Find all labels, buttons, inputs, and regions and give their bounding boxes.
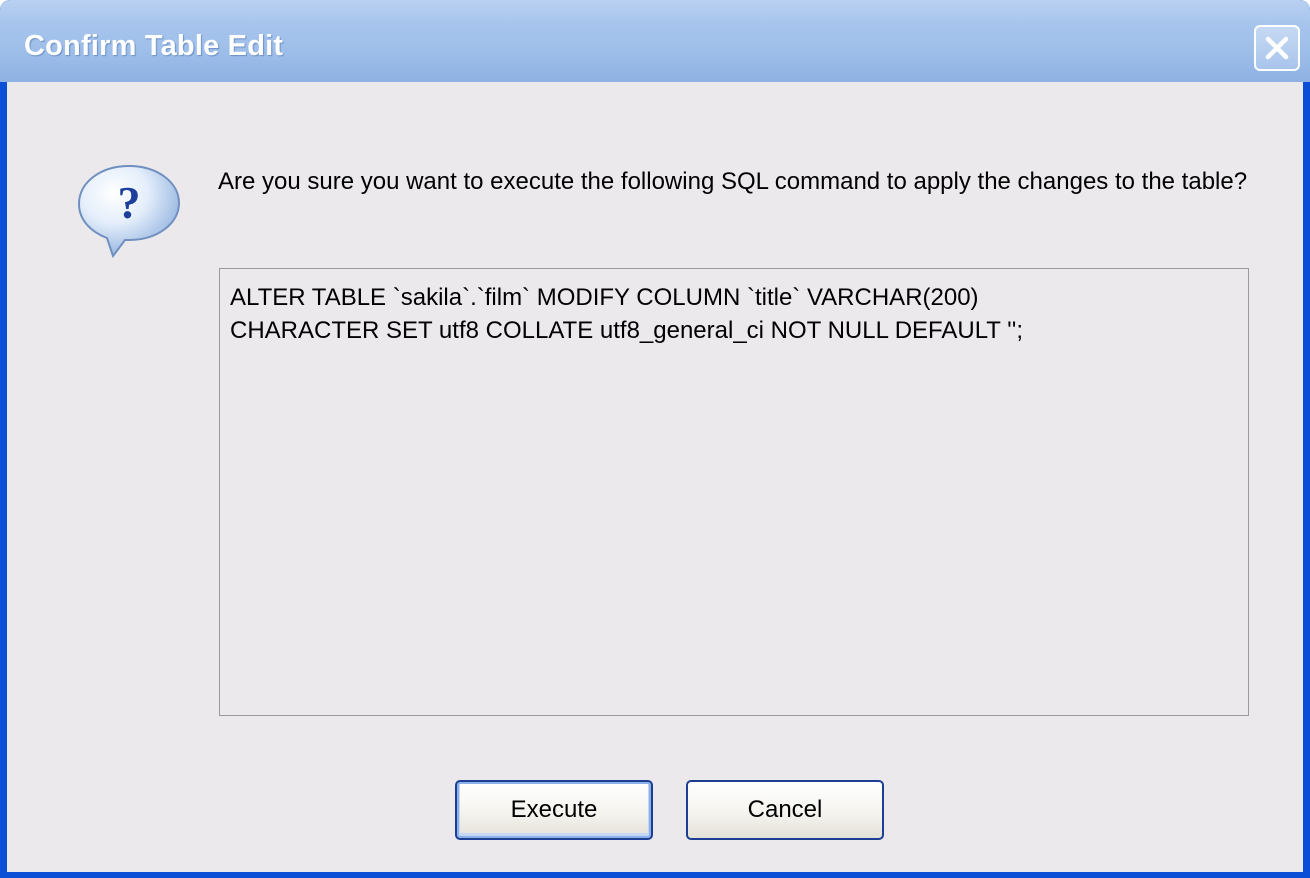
confirm-table-edit-dialog: Confirm Table Edit ? Are you sure you wa… — [0, 0, 1310, 878]
svg-text:?: ? — [118, 177, 141, 228]
dialog-title: Confirm Table Edit — [24, 30, 284, 62]
question-icon: ? — [77, 164, 181, 259]
dialog-body: ? Are you sure you want to execute the f… — [7, 82, 1303, 872]
title-bar[interactable]: Confirm Table Edit — [0, 0, 1310, 82]
sql-command-box[interactable]: ALTER TABLE `sakila`.`film` MODIFY COLUM… — [219, 268, 1249, 716]
close-button[interactable] — [1254, 25, 1300, 71]
close-icon — [1265, 36, 1289, 60]
cancel-button[interactable]: Cancel — [686, 780, 884, 840]
confirmation-message: Are you sure you want to execute the fol… — [218, 168, 1248, 195]
execute-button[interactable]: Execute — [455, 780, 653, 840]
